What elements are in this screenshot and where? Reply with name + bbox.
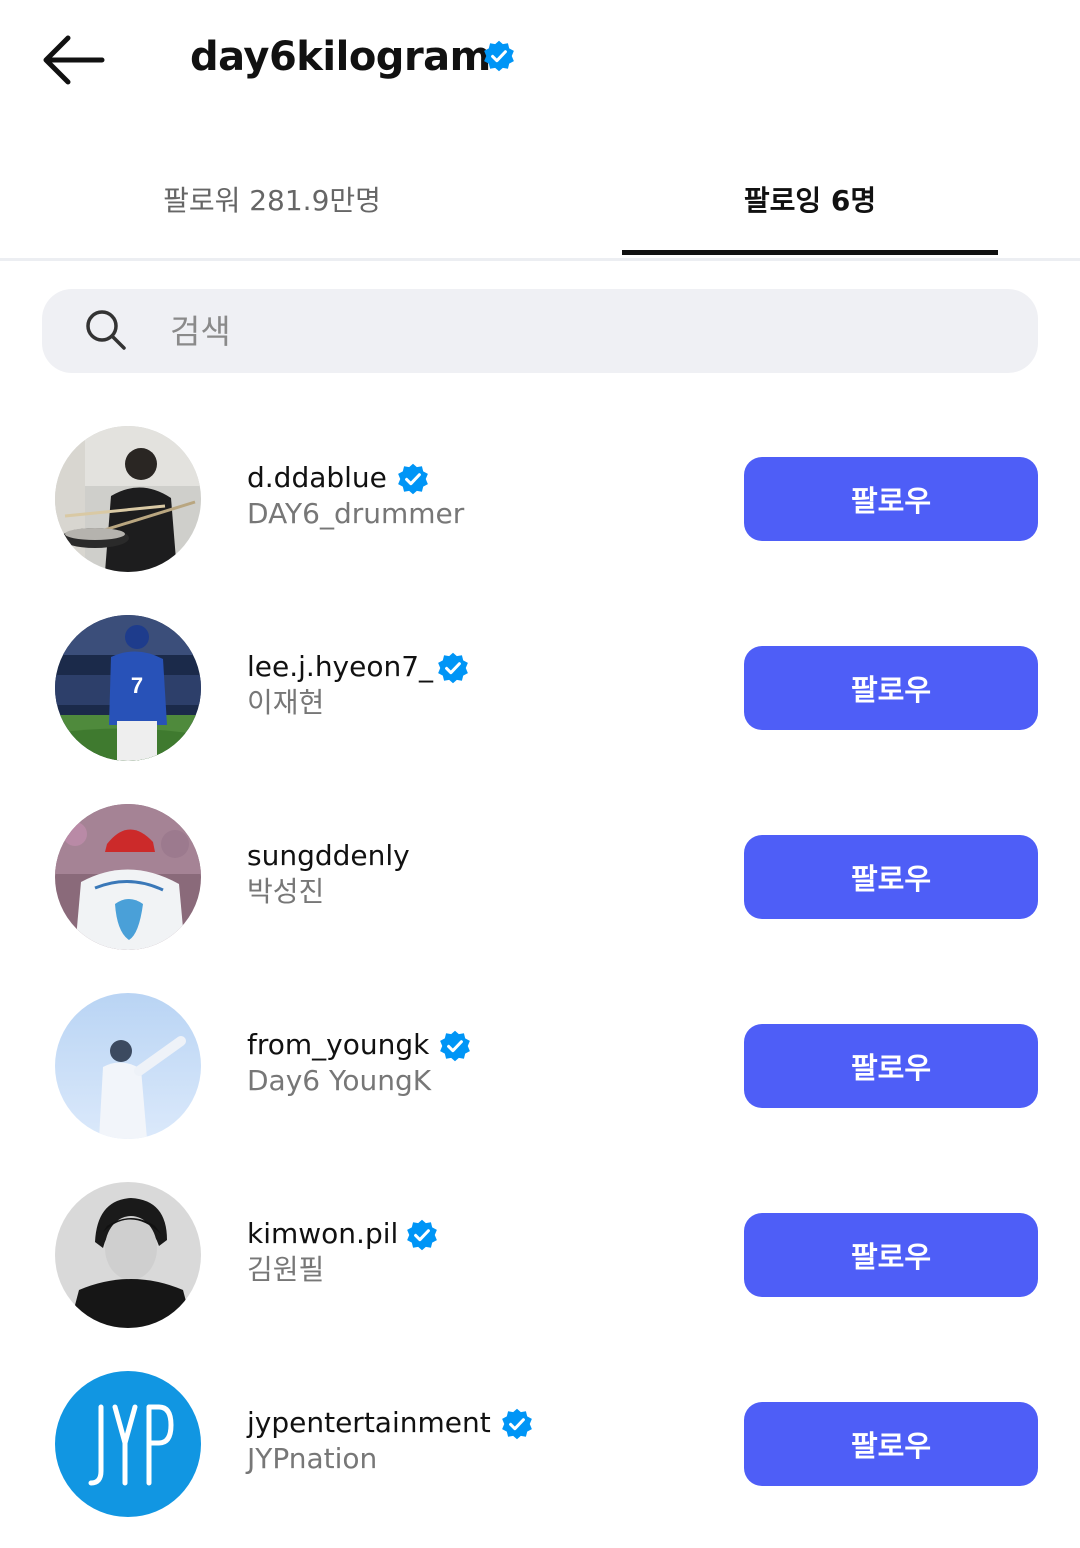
tab-following[interactable]: 팔로잉 6명 [622, 140, 998, 258]
avatar[interactable]: 7 [55, 615, 201, 761]
user-row: 7 lee.j.hyeon7_ 이재현 팔로우 [0, 615, 1080, 765]
back-button[interactable] [36, 28, 108, 92]
user-row: jypentertainment JYPnation 팔로우 [0, 1371, 1080, 1521]
display-name: JYPnation [247, 1442, 378, 1475]
username[interactable]: d.ddablue [247, 459, 387, 497]
username[interactable]: sungddenly [247, 837, 410, 875]
display-name: 박성진 [247, 875, 325, 908]
search-icon [86, 310, 126, 350]
follow-button[interactable]: 팔로우 [744, 646, 1038, 730]
tab-followers[interactable]: 팔로워 281.9만명 [84, 140, 460, 258]
user-row: d.ddablue DAY6_drummer 팔로우 [0, 426, 1080, 576]
user-row: from_youngk Day6 YoungK 팔로우 [0, 993, 1080, 1143]
search-input[interactable] [168, 302, 972, 360]
display-name: Day6 YoungK [247, 1064, 432, 1097]
verified-badge-icon [440, 1030, 470, 1062]
verified-badge-icon [398, 463, 428, 495]
jyp-logo-avatar[interactable] [55, 1371, 201, 1517]
follow-button[interactable]: 팔로우 [744, 1213, 1038, 1297]
follow-button[interactable]: 팔로우 [744, 1402, 1038, 1486]
follow-button[interactable]: 팔로우 [744, 457, 1038, 541]
follow-button[interactable]: 팔로우 [744, 1024, 1038, 1108]
user-row: sungddenly 박성진 팔로우 [0, 804, 1080, 954]
username[interactable]: from_youngk [247, 1026, 429, 1064]
verified-badge-icon [502, 1408, 532, 1440]
page-title: day6kilogram [190, 34, 491, 80]
user-row: kimwon.pil 김원필 팔로우 [0, 1182, 1080, 1332]
avatar[interactable] [55, 1182, 201, 1328]
follow-button[interactable]: 팔로우 [744, 835, 1038, 919]
arrow-left-icon [43, 35, 105, 85]
verified-badge-icon [438, 652, 468, 684]
verified-badge-icon [484, 40, 514, 72]
follow-tabs: 팔로워 281.9만명 팔로잉 6명 [0, 140, 1080, 261]
display-name: DAY6_drummer [247, 497, 465, 530]
avatar[interactable] [55, 993, 201, 1139]
avatar[interactable] [55, 426, 201, 572]
display-name: 김원필 [247, 1253, 325, 1286]
username[interactable]: kimwon.pil [247, 1215, 398, 1253]
avatar[interactable] [55, 804, 201, 950]
verified-badge-icon [407, 1219, 437, 1251]
header: day6kilogram [0, 0, 1080, 120]
username[interactable]: jypentertainment [247, 1404, 491, 1442]
svg-text:7: 7 [131, 673, 143, 698]
username[interactable]: lee.j.hyeon7_ [247, 648, 433, 686]
active-tab-indicator [622, 250, 998, 255]
display-name: 이재현 [247, 686, 325, 719]
